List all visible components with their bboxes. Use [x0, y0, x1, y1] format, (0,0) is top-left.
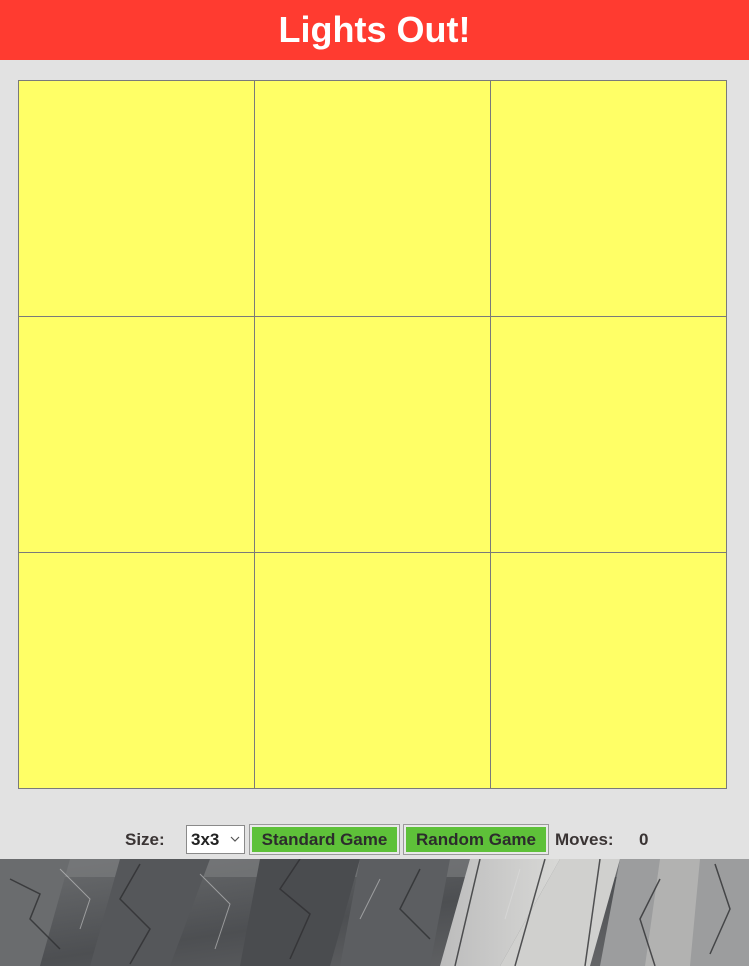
size-select-value: 3x3 [191, 829, 220, 849]
chevron-down-icon [230, 836, 240, 842]
light-cell[interactable] [255, 81, 491, 317]
granite-rock-picture [0, 859, 749, 966]
page-title: Lights Out! [278, 9, 471, 50]
app-header: Lights Out! [0, 0, 749, 60]
light-cell[interactable] [255, 317, 491, 553]
rock-background-image [0, 859, 749, 966]
size-select[interactable]: 3x3 [186, 825, 245, 854]
moves-count: 0 [639, 830, 649, 849]
size-label: Size: [125, 830, 165, 849]
light-cell[interactable] [19, 81, 255, 317]
light-cell[interactable] [491, 553, 727, 789]
light-cell[interactable] [491, 317, 727, 553]
standard-game-button[interactable]: Standard Game [249, 824, 400, 855]
light-cell[interactable] [19, 317, 255, 553]
random-game-button[interactable]: Random Game [403, 824, 549, 855]
moves-label: Moves: [555, 830, 614, 849]
game-board [18, 80, 727, 789]
light-cell[interactable] [491, 81, 727, 317]
controls-bar: Size: 3x3 Standard Game Random Game Move… [0, 824, 749, 855]
light-cell[interactable] [19, 553, 255, 789]
light-cell[interactable] [255, 553, 491, 789]
